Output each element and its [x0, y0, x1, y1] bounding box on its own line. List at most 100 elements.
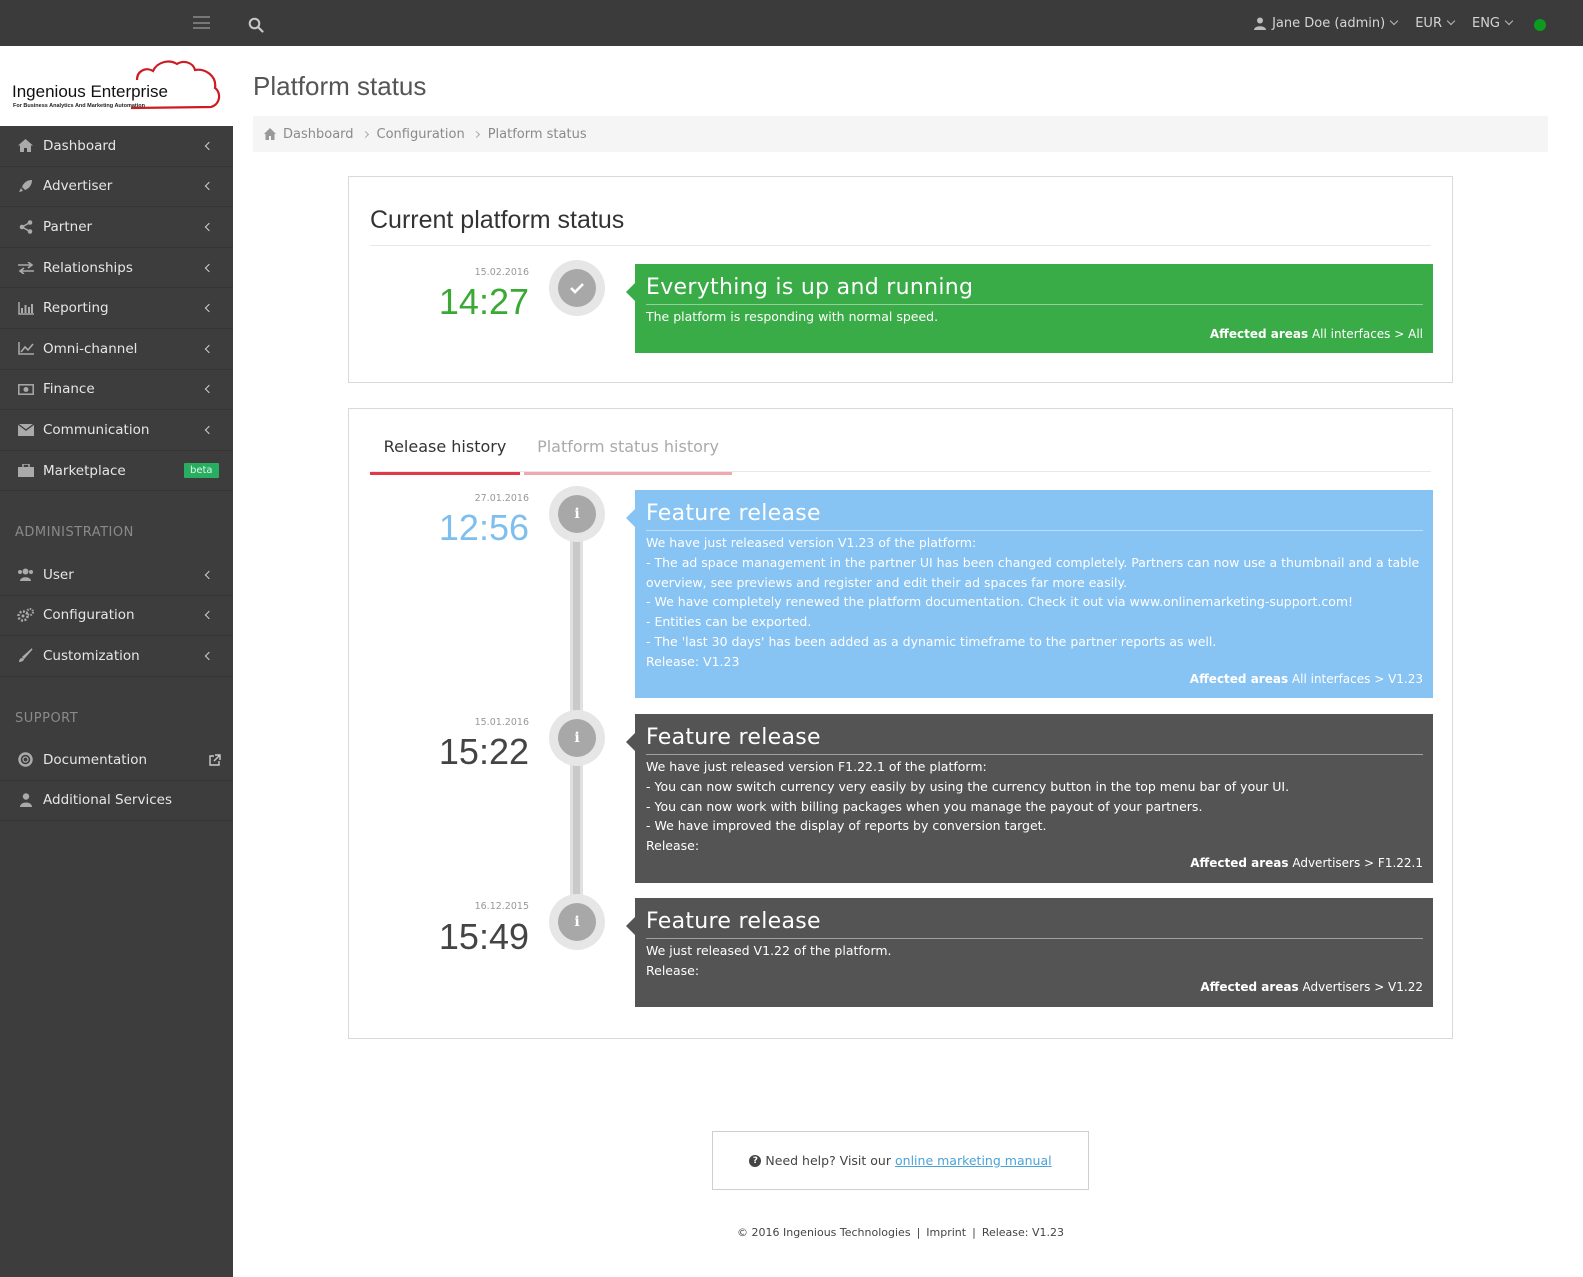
chevron-down-icon	[1504, 16, 1514, 26]
chevron-right-icon	[361, 130, 369, 138]
sidebar-item-label: Omni-channel	[43, 340, 138, 357]
status-time: 14:27	[438, 281, 529, 322]
users-icon	[17, 567, 34, 582]
sidebar-item-label: Customization	[43, 647, 140, 664]
release-date: 15.01.2016	[474, 717, 529, 728]
tab-platform-status-history[interactable]: Platform status history	[524, 431, 732, 475]
top-bar: Jane Doe (admin) EUR ENG	[0, 0, 1583, 46]
history-tabs: Release history Platform status history	[370, 431, 1433, 475]
administration-section-title: ADMINISTRATION	[15, 525, 134, 540]
brush-icon	[17, 648, 34, 663]
chevron-left-icon	[204, 651, 214, 661]
search-icon[interactable]	[248, 17, 264, 33]
sidebar-item-user[interactable]: User	[0, 555, 233, 596]
chevron-left-icon	[204, 263, 214, 272]
sidebar-item-partner[interactable]: Partner	[0, 207, 233, 248]
sidebar: Ingenious Enterprise For Business Analyt…	[0, 46, 233, 1277]
sidebar-item-advertiser[interactable]: Advertiser	[0, 167, 233, 208]
footer-imprint-link[interactable]: Imprint	[926, 1226, 966, 1239]
status-card: Everything is up and running The platfor…	[626, 264, 1433, 353]
chevron-left-icon	[204, 344, 214, 354]
breadcrumb: Dashboard Configuration Platform status	[253, 116, 1548, 152]
release-date: 16.12.2015	[474, 901, 529, 912]
chevron-left-icon	[204, 303, 214, 313]
currency-value: EUR	[1415, 15, 1442, 31]
status-card-title: Everything is up and running	[646, 275, 974, 300]
envelope-icon	[17, 422, 34, 437]
sidebar-item-label: Advertiser	[43, 178, 113, 195]
sidebar-item-marketplace[interactable]: Marketplace beta	[0, 451, 233, 492]
current-status-heading: Current platform status	[370, 206, 625, 234]
release-date: 27.01.2016	[474, 493, 529, 504]
divider	[646, 754, 1423, 755]
beta-badge: beta	[184, 462, 219, 478]
chevron-down-icon	[1389, 16, 1399, 26]
manual-link[interactable]: online marketing manual	[895, 1153, 1052, 1168]
chevron-left-icon	[204, 141, 214, 151]
footer: © 2016 Ingenious Technologies | Imprint | Re…	[736, 1226, 1065, 1239]
sidebar-item-dashboard[interactable]: Dashboard	[0, 126, 233, 167]
logo[interactable]: Ingenious Enterprise For Business Analyt…	[0, 46, 233, 126]
info-icon: i	[558, 495, 596, 533]
sidebar-item-communication[interactable]: Communication	[0, 410, 233, 451]
user-name: Jane Doe (admin)	[1272, 15, 1386, 31]
chevron-left-icon	[204, 611, 214, 620]
release-time: 15:49	[438, 916, 529, 957]
user-icon	[1254, 17, 1267, 30]
sidebar-item-label: Partner	[43, 218, 93, 235]
sidebar-item-label: User	[43, 566, 74, 583]
release-time: 12:56	[438, 507, 529, 548]
timeline-marker: i	[549, 486, 605, 542]
sidebar-item-omni-channel[interactable]: Omni-channel	[0, 329, 233, 370]
release-card-title: Feature release	[646, 725, 821, 750]
sidebar-item-documentation[interactable]: Documentation	[0, 740, 233, 781]
release-card-body: We just released V1.22 of the platform. …	[646, 943, 892, 978]
sidebar-item-relationships[interactable]: Relationships	[0, 248, 233, 289]
briefcase-icon	[17, 463, 34, 478]
chevron-down-icon	[1446, 16, 1456, 26]
lifebuoy-icon	[17, 752, 34, 768]
sidebar-item-finance[interactable]: Finance	[0, 370, 233, 411]
user-menu[interactable]: Jane Doe (admin)	[1254, 15, 1399, 31]
support-section-title: SUPPORT	[15, 711, 79, 726]
sidebar-item-additional-services[interactable]: Additional Services	[0, 781, 233, 822]
check-icon	[558, 269, 596, 307]
chevron-left-icon	[204, 385, 214, 394]
external-link-icon	[209, 754, 221, 766]
sidebar-item-configuration[interactable]: Configuration	[0, 596, 233, 637]
sidebar-item-label: Communication	[43, 421, 150, 438]
cogs-icon	[17, 607, 34, 623]
sidebar-item-customization[interactable]: Customization	[0, 636, 233, 677]
chevron-left-icon	[204, 222, 214, 232]
release-card-title: Feature release	[646, 909, 821, 934]
status-date: 15.02.2016	[474, 267, 529, 278]
release-card-affected: Affected areas All interfaces > V1.23	[1189, 672, 1423, 686]
sidebar-item-reporting[interactable]: Reporting	[0, 288, 233, 329]
platform-status-indicator[interactable]	[1534, 19, 1546, 31]
rocket-icon	[17, 179, 34, 194]
tab-release-history[interactable]: Release history	[370, 431, 520, 475]
divider	[646, 530, 1423, 531]
divider	[646, 938, 1423, 939]
release-card-title: Feature release	[646, 501, 821, 526]
share-icon	[17, 219, 34, 234]
money-icon	[17, 382, 34, 397]
info-icon: i	[558, 903, 596, 941]
breadcrumb-item-dashboard[interactable]: Dashboard	[283, 127, 354, 142]
user-icon	[17, 793, 34, 808]
chevron-left-icon	[204, 570, 214, 580]
breadcrumb-item-configuration[interactable]: Configuration	[377, 127, 465, 142]
release-time: 15:22	[438, 731, 529, 772]
logo-subtitle: For Business Analytics And Marketing Aut…	[13, 103, 146, 109]
sidebar-item-label: Marketplace	[43, 462, 126, 479]
divider	[370, 471, 1431, 472]
language-selector[interactable]: ENG	[1472, 16, 1514, 31]
line-chart-icon	[17, 341, 34, 356]
sidebar-item-label: Documentation	[43, 751, 148, 768]
sidebar-item-label: Dashboard	[43, 137, 117, 154]
currency-selector[interactable]: EUR	[1415, 15, 1456, 31]
menu-toggle-icon[interactable]	[193, 16, 210, 29]
breadcrumb-item-current: Platform status	[487, 126, 587, 142]
status-marker	[549, 260, 605, 316]
history-panel: Release history Platform status history …	[348, 408, 1453, 1039]
